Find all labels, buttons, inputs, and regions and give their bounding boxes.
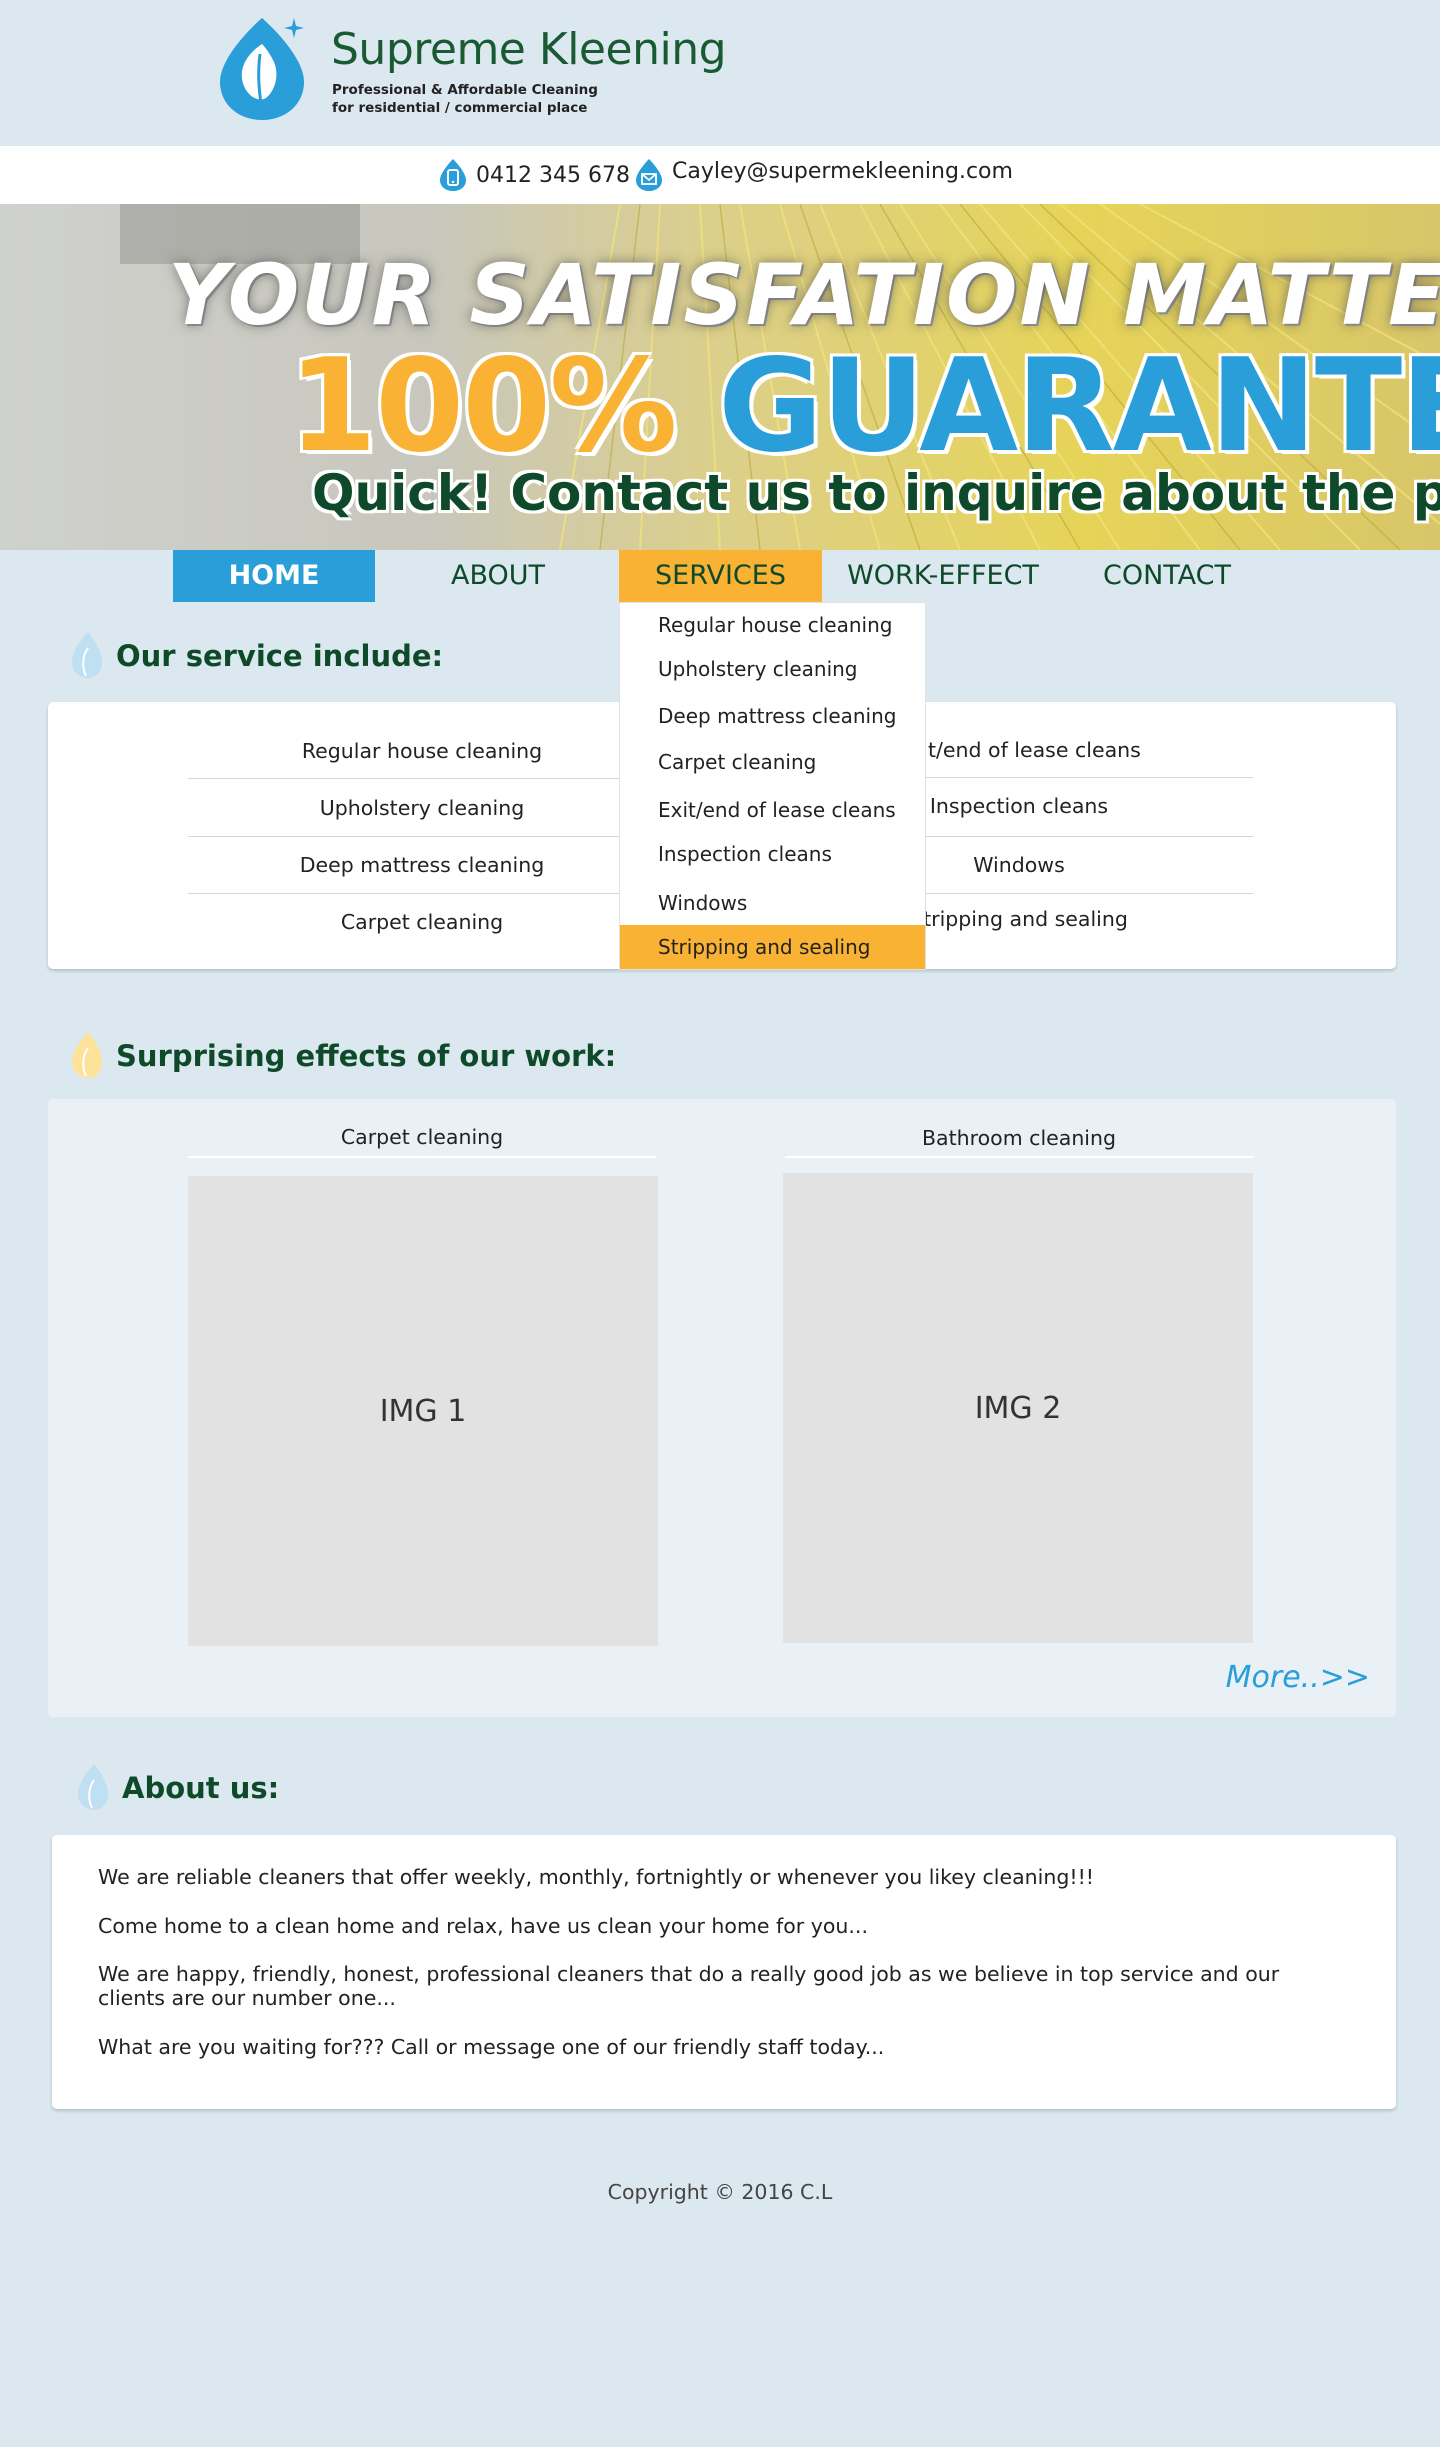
leaf-icon [78, 1764, 108, 1810]
about-card: We are reliable cleaners that offer week… [52, 1835, 1396, 2109]
services-title: Our service include: [116, 639, 444, 673]
about-title: About us: [122, 1771, 280, 1805]
contact-bar: 0412 345 678 Cayley@supermekleening.com [0, 146, 1440, 204]
hero-percent: 100% [288, 332, 677, 481]
service-item: Regular house cleaning [301, 739, 543, 763]
effect-label: Carpet cleaning [340, 1125, 504, 1149]
hero-banner: YOUR SATISFATION MATTERS 100% GUARANTEED… [0, 204, 1440, 550]
brand-tagline: Professional & Affordable Cleaning for r… [332, 81, 598, 117]
about-paragraph: We are happy, friendly, honest, professi… [98, 1962, 1280, 2010]
site-footer: Copyright © 2016 C.L [0, 2158, 1440, 2447]
about-paragraph: What are you waiting for??? Call or mess… [98, 2035, 885, 2059]
dropdown-item[interactable]: Windows [620, 881, 925, 925]
brand-name[interactable]: Supreme Kleening [331, 24, 727, 75]
service-item: Carpet cleaning [340, 910, 504, 934]
phone-contact[interactable]: 0412 345 678 [438, 158, 630, 192]
copyright-text: Copyright © 2016 C.L [607, 2180, 833, 2204]
services-heading: Our service include: [68, 630, 443, 682]
tagline-line-2: for residential / commercial place [332, 100, 588, 116]
dropdown-item[interactable]: Deep mattress cleaning [620, 694, 925, 738]
tagline-line-1: Professional & Affordable Cleaning [332, 82, 598, 98]
nav-services[interactable]: SERVICES [619, 550, 822, 602]
services-dropdown: Regular house cleaning Upholstery cleani… [619, 602, 926, 970]
main-nav: HOME ABOUT SERVICES WORK-EFFECT CONTACT [0, 550, 1440, 602]
service-item: Deep mattress cleaning [299, 853, 545, 877]
dropdown-item[interactable]: Carpet cleaning [620, 740, 925, 784]
hero-cta-text: Quick! Contact us to inquire about the p… [312, 464, 1440, 522]
leaf-icon [72, 1032, 102, 1078]
about-paragraph: We are reliable cleaners that offer week… [98, 1865, 1095, 1889]
divider [188, 778, 656, 779]
email-contact[interactable]: Cayley@supermekleening.com [634, 158, 1013, 192]
nav-home[interactable]: HOME [173, 550, 375, 602]
effect-image-placeholder[interactable]: IMG 2 [783, 1173, 1253, 1643]
dropdown-item[interactable]: Exit/end of lease cleans [620, 788, 925, 832]
effects-panel: Carpet cleaning IMG 1 Bathroom cleaning … [48, 1099, 1396, 1717]
nav-work-effect[interactable]: WORK-EFFECT [835, 550, 1051, 602]
dropdown-item-active[interactable]: Stripping and sealing [620, 925, 925, 969]
effect-image-placeholder[interactable]: IMG 1 [188, 1176, 658, 1646]
phone-number: 0412 345 678 [476, 162, 630, 188]
site-header: Supreme Kleening Professional & Affordab… [0, 0, 1440, 146]
email-address: Cayley@supermekleening.com [672, 158, 1013, 184]
nav-contact[interactable]: CONTACT [1066, 550, 1268, 602]
effect-label: Bathroom cleaning [921, 1126, 1117, 1150]
water-drop-logo-icon[interactable] [214, 14, 312, 122]
divider [188, 1156, 656, 1158]
hero-headline: YOUR SATISFATION MATTERS [168, 246, 1440, 344]
more-link[interactable]: More..>> [1226, 1660, 1370, 1695]
dropdown-item[interactable]: Inspection cleans [620, 832, 925, 876]
hero-guarantee: 100% GUARANTEED [288, 332, 1440, 481]
divider [785, 1156, 1253, 1158]
dropdown-item[interactable]: Upholstery cleaning [620, 647, 925, 691]
about-heading: About us: [74, 1762, 279, 1814]
hero-guaranteed: GUARANTEED [718, 332, 1440, 481]
nav-about[interactable]: ABOUT [398, 550, 598, 602]
email-icon [636, 159, 662, 191]
effects-title: Surprising effects of our work: [116, 1039, 617, 1073]
service-item: Upholstery cleaning [319, 796, 525, 820]
dropdown-item[interactable]: Regular house cleaning [620, 603, 925, 647]
about-paragraph: Come home to a clean home and relax, hav… [98, 1914, 868, 1938]
leaf-icon [72, 632, 102, 678]
effects-heading: Surprising effects of our work: [68, 1030, 616, 1082]
phone-icon [440, 159, 466, 191]
